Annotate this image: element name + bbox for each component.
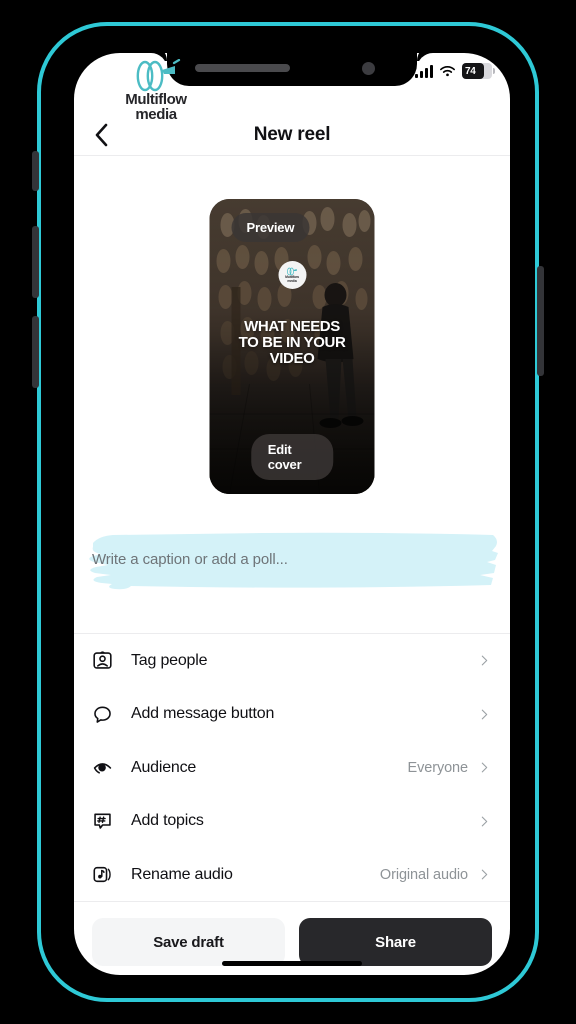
chevron-left-icon <box>95 123 107 147</box>
list-item-rename-audio[interactable]: Rename audio Original audio <box>74 848 510 902</box>
battery-level: 74 <box>465 65 476 77</box>
status-bar: 74 <box>415 63 495 79</box>
multiflow-logo-mark <box>136 59 181 92</box>
share-button[interactable]: Share <box>299 918 492 966</box>
back-button[interactable] <box>84 118 118 152</box>
chevron-right-icon <box>481 709 488 720</box>
list-item-label: Audience <box>131 758 197 776</box>
action-buttons: Save draft Share <box>74 918 510 966</box>
silent-switch-button[interactable] <box>32 151 39 191</box>
video-brand-badge: Multiflow media <box>278 261 306 289</box>
wifi-icon <box>440 65 455 76</box>
overlay-line-2: TO BE IN YOUR <box>238 334 346 352</box>
page-title: New reel <box>253 124 331 145</box>
options-list: Tag people Add message button Audience E… <box>74 634 510 902</box>
video-overlay-text: WHAT NEEDS TO BE IN YOUR VIDEO <box>210 318 375 368</box>
audience-eye-icon <box>92 757 122 778</box>
front-camera <box>362 62 375 75</box>
battery-icon: 74 <box>462 63 495 79</box>
main-content: Preview Multiflow media WHAT NEEDS TO BE… <box>74 156 510 975</box>
video-preview-card[interactable]: Preview Multiflow media WHAT NEEDS TO BE… <box>209 199 375 494</box>
tag-people-icon <box>92 650 122 671</box>
power-button[interactable] <box>537 266 544 376</box>
volume-up-button[interactable] <box>32 226 39 298</box>
list-item-tag-people[interactable]: Tag people <box>74 634 510 688</box>
phone-screen: 74 Multiflow media New reel Preview Mult… <box>74 53 510 975</box>
screenshot-root: 74 Multiflow media New reel Preview Mult… <box>0 0 576 1024</box>
brand-name: Multiflow media <box>96 92 216 123</box>
list-item-value: Original audio <box>379 866 468 883</box>
overlay-line-1: WHAT NEEDS <box>244 318 340 335</box>
list-item-add-message-button[interactable]: Add message button <box>74 688 510 742</box>
list-item-value: Everyone <box>407 759 469 776</box>
caption-placeholder: Write a caption or add a poll... <box>92 551 288 568</box>
chevron-right-icon <box>481 762 488 773</box>
list-item-label: Tag people <box>131 651 208 669</box>
hashtag-icon <box>92 811 122 832</box>
list-item-add-topics[interactable]: Add topics <box>74 795 510 849</box>
list-item-label: Add message button <box>131 705 275 723</box>
chevron-right-icon <box>481 869 488 880</box>
home-indicator <box>222 961 362 966</box>
brand-name-line2: media <box>135 106 177 124</box>
edit-cover-button[interactable]: Edit cover <box>250 434 334 480</box>
overlay-line-3: VIDEO <box>269 350 315 368</box>
cellular-bars-icon <box>415 64 433 78</box>
list-item-label: Rename audio <box>131 865 233 883</box>
chevron-right-icon <box>481 655 488 666</box>
save-draft-button[interactable]: Save draft <box>92 918 285 966</box>
preview-badge: Preview <box>231 213 310 242</box>
music-note-icon <box>92 864 122 885</box>
chevron-right-icon <box>481 816 488 827</box>
list-item-audience[interactable]: Audience Everyone <box>74 741 510 795</box>
badge-name-line2: media <box>287 278 297 283</box>
chat-bubble-icon <box>92 704 122 725</box>
list-item-label: Add topics <box>131 812 204 830</box>
volume-down-button[interactable] <box>32 316 39 388</box>
brand-logo: Multiflow media <box>96 59 216 123</box>
caption-field[interactable]: Write a caption or add a poll... <box>74 522 510 610</box>
list-divider <box>74 901 510 902</box>
phone-frame: 74 Multiflow media New reel Preview Mult… <box>32 22 544 1002</box>
